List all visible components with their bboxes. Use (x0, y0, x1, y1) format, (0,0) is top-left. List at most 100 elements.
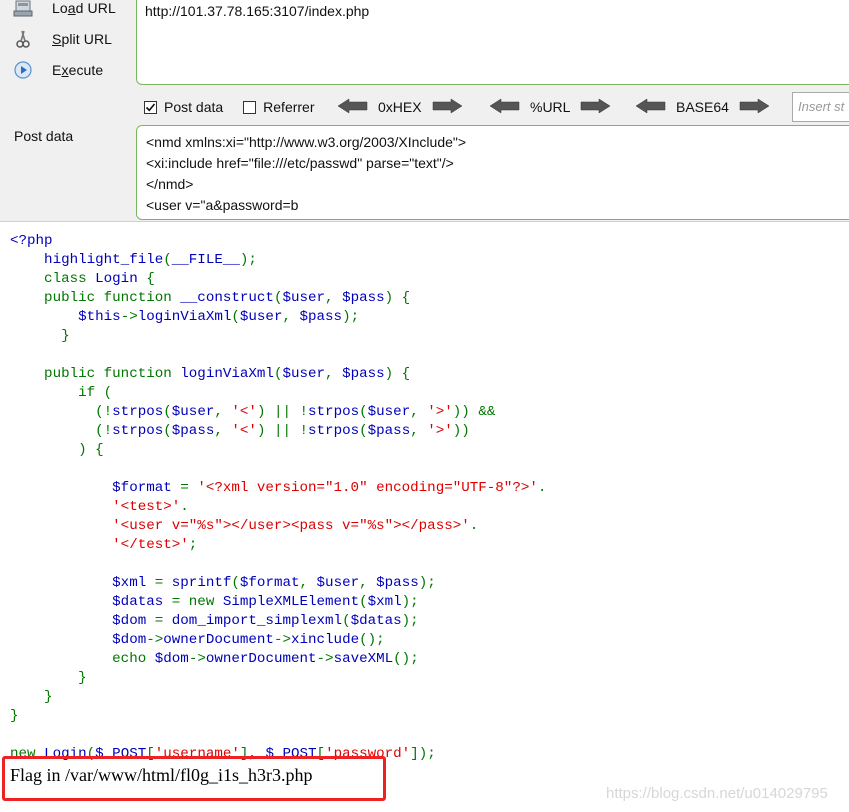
code-line: } (10, 707, 546, 726)
code-token: $user (282, 290, 326, 306)
highlight-box (2, 756, 386, 801)
code-token: { (146, 271, 155, 287)
left-arrow-icon[interactable] (337, 98, 368, 117)
code-token: ) || ! (256, 423, 309, 439)
url-input[interactable]: http://101.37.78.165:3107/index.php (136, 0, 849, 85)
post-data-option[interactable]: Post data (144, 99, 223, 115)
code-token: ; (188, 537, 198, 553)
code-token: $pass (342, 366, 385, 382)
code-token: '>' (427, 404, 453, 420)
code-token: $pass (171, 423, 215, 439)
code-token: Login (95, 271, 147, 287)
right-arrow-icon[interactable] (432, 98, 463, 117)
encoder-base64-label: BASE64 (676, 99, 729, 115)
left-arrow-icon[interactable] (635, 98, 666, 117)
post-data-checkbox[interactable] (144, 100, 157, 114)
code-token: , (325, 290, 343, 306)
watermark: https://blog.csdn.net/u014029795 (606, 785, 828, 802)
check-icon (145, 102, 156, 111)
code-token: strpos (308, 404, 360, 420)
code-token: sprintf (171, 575, 232, 591)
code-token: . (180, 499, 189, 515)
code-token: $pass (367, 423, 411, 439)
code-token: -> (316, 651, 334, 667)
code-line: } (10, 327, 546, 346)
encoder-url: %URL (489, 97, 611, 117)
code-token: ( (163, 423, 172, 439)
code-token: strpos (112, 423, 164, 439)
code-token: (); (359, 632, 385, 648)
code-token: SimpleXMLElement (222, 594, 360, 610)
code-token: $datas (350, 613, 402, 629)
left-arrow-icon[interactable] (489, 98, 520, 117)
execute-button[interactable]: Execute (12, 59, 103, 81)
code-token: highlight_file (10, 252, 164, 268)
insert-string-placeholder: Insert st (798, 99, 845, 114)
code-token: = (154, 575, 172, 591)
code-token: $user (282, 366, 326, 382)
referrer-checkbox[interactable] (243, 100, 257, 114)
code-token: $xml (367, 594, 402, 610)
code-token: strpos (112, 404, 164, 420)
code-token: '<user v="%s"></user><pass v="%s"></pass… (10, 518, 470, 534)
php-source-code: <?php highlight_file ( __FILE__); class Lo… (10, 232, 546, 764)
code-token: ) { (384, 290, 411, 306)
code-token: ( (342, 613, 351, 629)
code-token: $pass (376, 575, 419, 591)
code-token: ownerDocument (205, 651, 317, 667)
code-token: } (10, 689, 53, 705)
code-token: if ( (10, 385, 113, 401)
post-data-line: <nmd xmlns:xi="http://www.w3.org/2003/XI… (146, 134, 467, 150)
code-line: (!strpos($user, '<') || !strpos($user, '… (10, 403, 546, 422)
code-token: $user (367, 404, 411, 420)
code-token: , (214, 404, 232, 420)
code-token: ownerDocument (163, 632, 274, 648)
post-data-option-label: Post data (164, 99, 224, 115)
url-text: http://101.37.78.165:3107/index.php (145, 3, 370, 19)
code-token: ]); (410, 746, 436, 762)
code-token: ); (342, 309, 360, 325)
code-line: class Login { (10, 270, 546, 289)
code-line: $datas = new SimpleXMLElement($xml); (10, 593, 546, 612)
code-line: <?php (10, 232, 546, 251)
code-token: '<' (231, 423, 257, 439)
code-token: $user (171, 404, 215, 420)
code-token: $format (239, 575, 300, 591)
code-token: '</test>' (10, 537, 189, 553)
post-data-line: <user v="a&password=b (146, 197, 299, 213)
code-token: '<' (231, 404, 257, 420)
referrer-option-label: Referrer (263, 99, 315, 115)
code-line: $format = '<?xml version="1.0" encoding=… (10, 479, 546, 498)
code-token: ); (401, 594, 419, 610)
code-token: $pass (299, 309, 343, 325)
code-token: class (10, 271, 96, 287)
split-url-button[interactable]: Split URL (12, 28, 112, 50)
code-line: $xml = sprintf($format, $user, $pass); (10, 574, 546, 593)
code-token: $user (239, 309, 283, 325)
code-token: __FILE__ (171, 252, 240, 268)
post-data-textarea[interactable]: <nmd xmlns:xi="http://www.w3.org/2003/XI… (136, 125, 849, 220)
code-token: loginViaXml (137, 309, 232, 325)
post-data-label: Post data (14, 128, 74, 144)
code-line: $dom->ownerDocument->xinclude(); (10, 631, 546, 650)
code-line: public function __construct($user, $pass… (10, 289, 546, 308)
right-arrow-icon[interactable] (739, 98, 770, 117)
play-icon (12, 59, 34, 81)
code-token: ( (231, 309, 240, 325)
right-arrow-icon[interactable] (580, 98, 611, 117)
code-token: ) || ! (256, 404, 309, 420)
code-token: '<test>' (10, 499, 181, 515)
code-token: , (299, 575, 317, 591)
post-data-line: </nmd> (146, 176, 194, 192)
code-token: ); (239, 252, 257, 268)
referrer-option[interactable]: Referrer (243, 99, 315, 115)
code-token: public function (10, 290, 181, 306)
insert-string-input[interactable]: Insert st (792, 92, 849, 122)
encoder-base64: BASE64 (635, 97, 770, 117)
code-token: )) && (452, 404, 496, 420)
code-token: <?php (10, 233, 53, 249)
load-url-button[interactable]: Load URL (12, 0, 116, 19)
